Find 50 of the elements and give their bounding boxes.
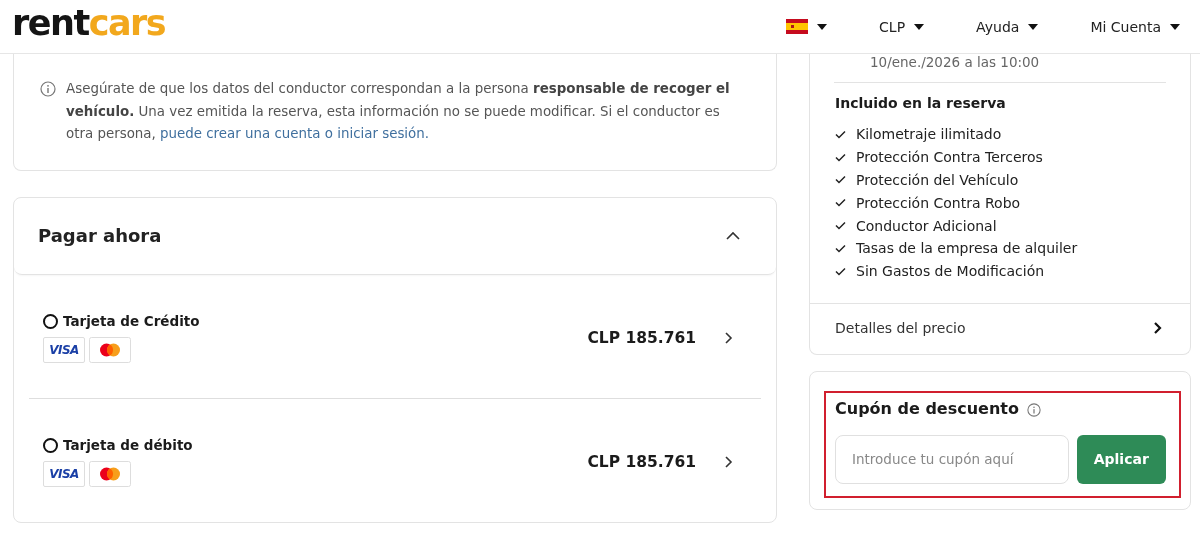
menu-dropdown[interactable]: Ayuda xyxy=(968,14,1047,39)
option-label: Tarjeta de Crédito xyxy=(63,313,200,329)
price-text: CLP 185.761 xyxy=(587,329,696,347)
included-item: Protección del Vehículo xyxy=(856,172,1019,188)
return-date-text: 10/ene./2026 a las 10:00 xyxy=(834,54,1166,83)
mastercard-logo-icon xyxy=(89,461,131,487)
price-details-link[interactable]: Detalles del precio xyxy=(810,302,1190,354)
mastercard-logo-icon xyxy=(89,337,131,363)
radio-button[interactable] xyxy=(43,313,58,329)
coupon-input-field[interactable]: Introduce tu cupón aquí xyxy=(835,434,1069,484)
spain-flag-icon xyxy=(786,19,809,34)
price-text: CLP 185.761 xyxy=(587,453,696,471)
payment-header[interactable]: Pagar ahora xyxy=(14,197,776,275)
radio-button[interactable] xyxy=(43,437,58,453)
login-link[interactable]: puede crear una cuenta o iniciar sesión. xyxy=(160,126,430,141)
checkmark-icon xyxy=(835,152,846,162)
included-item: Protección Contra Terceros xyxy=(856,149,1043,166)
chevron-right-icon xyxy=(1153,321,1162,334)
checkmark-icon xyxy=(835,198,846,208)
checkmark-icon xyxy=(835,266,846,276)
visa-logo: VISA xyxy=(43,337,85,363)
payment-option[interactable]: Tarjeta de Crédito VISA CLP 185.761 xyxy=(29,274,761,398)
included-item: Conductor Adicional xyxy=(856,217,997,234)
caret-icon xyxy=(914,23,925,30)
payment-option[interactable]: Tarjeta de débito VISA CLP 185.761 xyxy=(29,397,761,522)
option-label: Tarjeta de débito xyxy=(63,437,193,453)
section-title: Cupón de descuento xyxy=(835,398,1019,418)
chevron-right-icon xyxy=(724,456,733,468)
included-item: Protección Contra Robo xyxy=(856,194,1021,211)
section-title: Incluido en la reserva xyxy=(835,95,1007,111)
checkmark-icon xyxy=(835,129,846,139)
checkmark-icon xyxy=(835,221,846,231)
included-item: Sin Gastos de Modificación xyxy=(856,263,1045,280)
visa-logo: VISA xyxy=(43,461,85,487)
info-icon xyxy=(1027,402,1041,417)
caret-icon xyxy=(817,23,828,30)
checkmark-icon xyxy=(835,243,846,253)
caret-icon xyxy=(1170,23,1180,30)
chevron-right-icon xyxy=(724,332,733,344)
checkmark-icon xyxy=(835,175,846,185)
apply-button[interactable]: Aplicar xyxy=(1076,434,1166,484)
rentcars-logo[interactable]: rentcars xyxy=(12,6,166,41)
menu-dropdown[interactable]: CLP xyxy=(871,14,933,39)
info-icon xyxy=(40,81,56,97)
caret-icon xyxy=(1028,23,1039,30)
section-title: Pagar ahora xyxy=(38,225,162,246)
included-item: Tasas de la empresa de alquiler xyxy=(856,240,1078,257)
notice-text: Asegúrate de que los datos del conductor correspondan a la persona responsable de recoger el vehículo. Una vez emitida la reserva, esta información no se puede modificar. Si el conductor es otra persona, puede crear una cuenta o iniciar sesión. xyxy=(66,80,731,143)
menu-dropdown[interactable]: Mi Cuenta xyxy=(1082,14,1188,39)
included-item: Kilometraje ilimitado xyxy=(856,126,1002,143)
